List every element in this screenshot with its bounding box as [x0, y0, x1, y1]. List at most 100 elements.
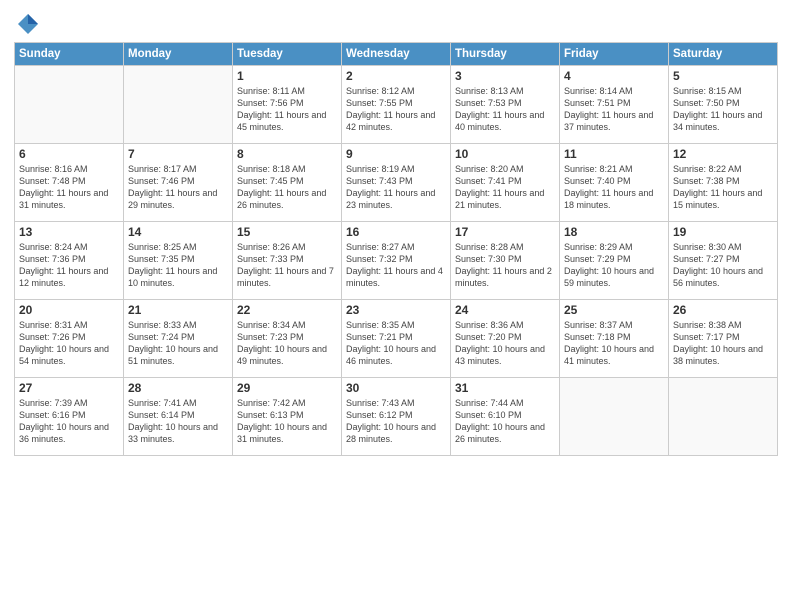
calendar-cell: 29 Sunrise: 7:42 AM Sunset: 6:13 PM Dayli…: [233, 378, 342, 456]
day-number: 28: [128, 381, 228, 395]
weekday-header-wednesday: Wednesday: [342, 43, 451, 66]
calendar-cell: 22Sunrise: 8:34 AM Sunset: 7:23 PM Dayli…: [233, 300, 342, 378]
cell-info: Sunrise: 7:39 AM Sunset: 6:16 PM Dayligh…: [19, 397, 119, 446]
cell-info: Sunrise: 8:21 AM Sunset: 7:40 PM Dayligh…: [564, 163, 664, 212]
cell-info: Sunrise: 7:43 AM Sunset: 6:12 PM Dayligh…: [346, 397, 446, 446]
day-number: 8: [237, 147, 337, 161]
calendar-cell: 15 Sunrise: 8:26 AM Sunset: 7:33 PM Dayli…: [233, 222, 342, 300]
weekday-header-monday: Monday: [124, 43, 233, 66]
calendar-cell: 25 Sunrise: 8:37 AM Sunset: 7:18 PM Dayli…: [560, 300, 669, 378]
day-number: 14: [128, 225, 228, 239]
calendar-cell: [15, 66, 124, 144]
cell-info: Sunrise: 8:22 AM Sunset: 7:38 PM Dayligh…: [673, 163, 773, 212]
calendar-cell: 21Sunrise: 8:33 AM Sunset: 7:24 PM Dayli…: [124, 300, 233, 378]
day-number: 17: [455, 225, 555, 239]
calendar-cell: 28 Sunrise: 7:41 AM Sunset: 6:14 PM Dayli…: [124, 378, 233, 456]
weekday-header-row: SundayMondayTuesdayWednesdayThursdayFrid…: [15, 43, 778, 66]
weekday-header-friday: Friday: [560, 43, 669, 66]
day-number: 10: [455, 147, 555, 161]
cell-info: Sunrise: 8:27 AM Sunset: 7:32 PM Dayligh…: [346, 241, 446, 290]
calendar-cell: 16 Sunrise: 8:27 AM Sunset: 7:32 PM Dayli…: [342, 222, 451, 300]
calendar-cell: 1 Sunrise: 8:11 AM Sunset: 7:56 PM Daylig…: [233, 66, 342, 144]
day-number: 26: [673, 303, 773, 317]
day-number: 9: [346, 147, 446, 161]
day-number: 7: [128, 147, 228, 161]
calendar-cell: 10 Sunrise: 8:20 AM Sunset: 7:41 PM Dayli…: [451, 144, 560, 222]
day-number: 31: [455, 381, 555, 395]
cell-info: Sunrise: 8:24 AM Sunset: 7:36 PM Dayligh…: [19, 241, 119, 290]
day-number: 13: [19, 225, 119, 239]
header: [14, 10, 778, 38]
cell-info: Sunrise: 8:26 AM Sunset: 7:33 PM Dayligh…: [237, 241, 337, 290]
cell-info: Sunrise: 8:38 AM Sunset: 7:17 PM Dayligh…: [673, 319, 773, 368]
calendar-cell: 17 Sunrise: 8:28 AM Sunset: 7:30 PM Dayli…: [451, 222, 560, 300]
calendar-cell: 11 Sunrise: 8:21 AM Sunset: 7:40 PM Dayli…: [560, 144, 669, 222]
cell-info: Sunrise: 8:18 AM Sunset: 7:45 PM Dayligh…: [237, 163, 337, 212]
cell-info: Sunrise: 8:28 AM Sunset: 7:30 PM Dayligh…: [455, 241, 555, 290]
calendar-cell: 9Sunrise: 8:19 AM Sunset: 7:43 PM Daylig…: [342, 144, 451, 222]
cell-info: Sunrise: 8:29 AM Sunset: 7:29 PM Dayligh…: [564, 241, 664, 290]
calendar-cell: 7 Sunrise: 8:17 AM Sunset: 7:46 PM Daylig…: [124, 144, 233, 222]
week-row-0: 1 Sunrise: 8:11 AM Sunset: 7:56 PM Daylig…: [15, 66, 778, 144]
cell-info: Sunrise: 7:44 AM Sunset: 6:10 PM Dayligh…: [455, 397, 555, 446]
week-row-4: 27 Sunrise: 7:39 AM Sunset: 6:16 PM Dayli…: [15, 378, 778, 456]
calendar-cell: 19 Sunrise: 8:30 AM Sunset: 7:27 PM Dayli…: [669, 222, 778, 300]
calendar-cell: 26 Sunrise: 8:38 AM Sunset: 7:17 PM Dayli…: [669, 300, 778, 378]
weekday-header-thursday: Thursday: [451, 43, 560, 66]
day-number: 24: [455, 303, 555, 317]
calendar-cell: 13 Sunrise: 8:24 AM Sunset: 7:36 PM Dayli…: [15, 222, 124, 300]
calendar-cell: 27 Sunrise: 7:39 AM Sunset: 6:16 PM Dayli…: [15, 378, 124, 456]
calendar-cell: 24 Sunrise: 8:36 AM Sunset: 7:20 PM Dayli…: [451, 300, 560, 378]
day-number: 21: [128, 303, 228, 317]
cell-info: Sunrise: 7:41 AM Sunset: 6:14 PM Dayligh…: [128, 397, 228, 446]
day-number: 11: [564, 147, 664, 161]
day-number: 18: [564, 225, 664, 239]
calendar-cell: 31 Sunrise: 7:44 AM Sunset: 6:10 PM Dayli…: [451, 378, 560, 456]
calendar-cell: 8 Sunrise: 8:18 AM Sunset: 7:45 PM Daylig…: [233, 144, 342, 222]
cell-info: Sunrise: 8:17 AM Sunset: 7:46 PM Dayligh…: [128, 163, 228, 212]
day-number: 15: [237, 225, 337, 239]
weekday-header-tuesday: Tuesday: [233, 43, 342, 66]
calendar-cell: 30Sunrise: 7:43 AM Sunset: 6:12 PM Dayli…: [342, 378, 451, 456]
week-row-1: 6Sunrise: 8:16 AM Sunset: 7:48 PM Daylig…: [15, 144, 778, 222]
cell-info: Sunrise: 8:25 AM Sunset: 7:35 PM Dayligh…: [128, 241, 228, 290]
cell-info: Sunrise: 8:11 AM Sunset: 7:56 PM Dayligh…: [237, 85, 337, 134]
calendar-cell: [124, 66, 233, 144]
day-number: 20: [19, 303, 119, 317]
calendar-cell: 2 Sunrise: 8:12 AM Sunset: 7:55 PM Daylig…: [342, 66, 451, 144]
cell-info: Sunrise: 8:36 AM Sunset: 7:20 PM Dayligh…: [455, 319, 555, 368]
cell-info: Sunrise: 7:42 AM Sunset: 6:13 PM Dayligh…: [237, 397, 337, 446]
day-number: 3: [455, 69, 555, 83]
cell-info: Sunrise: 8:20 AM Sunset: 7:41 PM Dayligh…: [455, 163, 555, 212]
day-number: 4: [564, 69, 664, 83]
day-number: 2: [346, 69, 446, 83]
day-number: 25: [564, 303, 664, 317]
weekday-header-saturday: Saturday: [669, 43, 778, 66]
week-row-3: 20 Sunrise: 8:31 AM Sunset: 7:26 PM Dayli…: [15, 300, 778, 378]
calendar-cell: 5 Sunrise: 8:15 AM Sunset: 7:50 PM Daylig…: [669, 66, 778, 144]
day-number: 27: [19, 381, 119, 395]
day-number: 29: [237, 381, 337, 395]
cell-info: Sunrise: 8:31 AM Sunset: 7:26 PM Dayligh…: [19, 319, 119, 368]
cell-info: Sunrise: 8:13 AM Sunset: 7:53 PM Dayligh…: [455, 85, 555, 134]
day-number: 16: [346, 225, 446, 239]
calendar-cell: 18 Sunrise: 8:29 AM Sunset: 7:29 PM Dayli…: [560, 222, 669, 300]
page: SundayMondayTuesdayWednesdayThursdayFrid…: [0, 0, 792, 612]
day-number: 1: [237, 69, 337, 83]
calendar-cell: 4Sunrise: 8:14 AM Sunset: 7:51 PM Daylig…: [560, 66, 669, 144]
cell-info: Sunrise: 8:30 AM Sunset: 7:27 PM Dayligh…: [673, 241, 773, 290]
calendar-cell: 12Sunrise: 8:22 AM Sunset: 7:38 PM Dayli…: [669, 144, 778, 222]
week-row-2: 13 Sunrise: 8:24 AM Sunset: 7:36 PM Dayli…: [15, 222, 778, 300]
calendar-cell: [669, 378, 778, 456]
cell-info: Sunrise: 8:12 AM Sunset: 7:55 PM Dayligh…: [346, 85, 446, 134]
calendar-cell: 20 Sunrise: 8:31 AM Sunset: 7:26 PM Dayli…: [15, 300, 124, 378]
calendar-table: SundayMondayTuesdayWednesdayThursdayFrid…: [14, 42, 778, 456]
weekday-header-sunday: Sunday: [15, 43, 124, 66]
cell-info: Sunrise: 8:16 AM Sunset: 7:48 PM Dayligh…: [19, 163, 119, 212]
calendar-cell: 14 Sunrise: 8:25 AM Sunset: 7:35 PM Dayli…: [124, 222, 233, 300]
cell-info: Sunrise: 8:15 AM Sunset: 7:50 PM Dayligh…: [673, 85, 773, 134]
day-number: 19: [673, 225, 773, 239]
cell-info: Sunrise: 8:37 AM Sunset: 7:18 PM Dayligh…: [564, 319, 664, 368]
cell-info: Sunrise: 8:35 AM Sunset: 7:21 PM Dayligh…: [346, 319, 446, 368]
day-number: 5: [673, 69, 773, 83]
